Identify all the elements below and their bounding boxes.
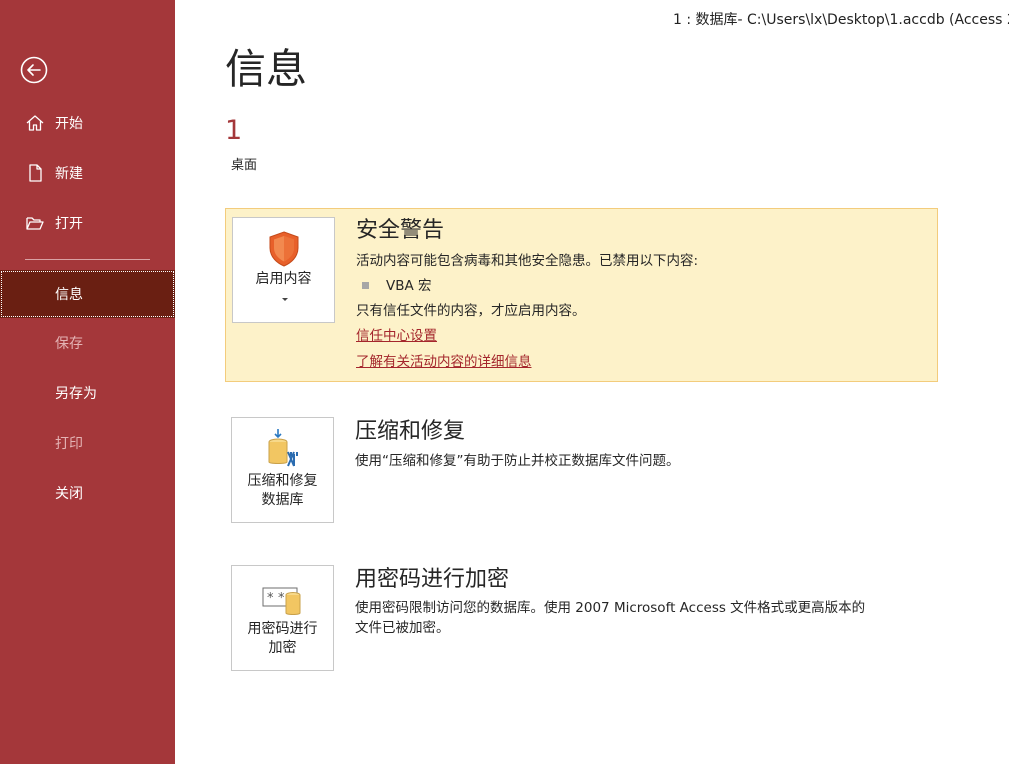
database-location[interactable]: 桌面: [231, 154, 257, 173]
security-heading: 安全警告: [356, 218, 445, 243]
nav-new[interactable]: 新建: [0, 151, 175, 195]
security-warning-section: 启用内容 安全警告 活动内容可能包含病毒和其他安全隐患。已禁用以下内容: VBA…: [225, 208, 938, 382]
nav-info-label: 信息: [55, 287, 83, 303]
learn-more-link[interactable]: 了解有关活动内容的详细信息: [356, 352, 532, 372]
nav-info[interactable]: 信息: [0, 270, 175, 318]
nav-close-label: 关闭: [55, 486, 83, 502]
trust-center-link[interactable]: 信任中心设置: [356, 326, 437, 346]
encrypt-password-button[interactable]: * * 用密码进行 加密: [231, 565, 334, 671]
encrypt-heading: 用密码进行加密: [355, 567, 510, 592]
security-note: 只有信任文件的内容，才应启用内容。: [356, 303, 586, 319]
disabled-item-vba: VBA 宏: [386, 278, 432, 294]
compact-repair-label-1: 压缩和修复: [247, 473, 318, 489]
nav-print-label: 打印: [55, 436, 83, 452]
svg-text:*: *: [267, 591, 274, 606]
enable-content-button[interactable]: 启用内容: [232, 217, 335, 323]
nav-save-label: 保存: [55, 336, 83, 352]
back-button[interactable]: [20, 56, 48, 84]
page-title: 信息: [225, 45, 307, 93]
nav-save-as[interactable]: 另存为: [0, 371, 175, 415]
shield-icon: [233, 230, 334, 272]
nav-open[interactable]: 打开: [0, 201, 175, 245]
window-title: 1 : 数据库- C:\Users\lx\Desktop\1.accdb (Ac…: [673, 12, 1009, 28]
bullet-icon: [362, 282, 369, 289]
compact-repair-section: 压缩和修复 数据库 压缩和修复 使用“压缩和修复”有助于防止并校正数据库文件问题…: [225, 410, 938, 530]
backstage-sidebar: 开始 新建 打开 信息 保存 另存为 打印 关闭: [0, 0, 175, 764]
nav-open-label: 打开: [55, 216, 83, 232]
new-file-icon: [24, 162, 46, 184]
nav-print[interactable]: 打印: [0, 421, 175, 465]
compact-description: 使用“压缩和修复”有助于防止并校正数据库文件问题。: [355, 453, 680, 469]
encrypt-section: * * 用密码进行 加密 用密码进行加密 使用密码限制访问您的数据库。使用 20…: [225, 558, 938, 678]
nav-save[interactable]: 保存: [0, 321, 175, 365]
nav-home[interactable]: 开始: [0, 101, 175, 145]
nav-close[interactable]: 关闭: [0, 471, 175, 515]
nav-home-label: 开始: [55, 116, 83, 132]
encrypt-description-1: 使用密码限制访问您的数据库。使用 2007 Microsoft Access 文…: [355, 600, 866, 616]
nav-divider: [25, 259, 150, 260]
database-name: 1: [225, 115, 243, 146]
compact-repair-button[interactable]: 压缩和修复 数据库: [231, 417, 334, 523]
back-arrow-icon: [20, 56, 48, 84]
svg-text:*: *: [278, 591, 285, 606]
home-icon: [24, 112, 46, 134]
compact-heading: 压缩和修复: [355, 419, 466, 444]
encrypt-label-2: 加密: [268, 640, 297, 656]
compact-repair-label-2: 数据库: [261, 492, 304, 508]
chevron-down-icon: [282, 298, 288, 301]
nav-new-label: 新建: [55, 166, 83, 182]
open-folder-icon: [24, 212, 46, 234]
encrypt-description-2: 文件已被加密。: [355, 620, 450, 636]
encrypt-label-1: 用密码进行: [247, 621, 318, 637]
nav-save-as-label: 另存为: [55, 386, 97, 402]
security-description: 活动内容可能包含病毒和其他安全隐患。已禁用以下内容:: [356, 253, 699, 269]
database-repair-icon: [232, 428, 333, 470]
enable-content-label: 启用内容: [255, 271, 312, 287]
